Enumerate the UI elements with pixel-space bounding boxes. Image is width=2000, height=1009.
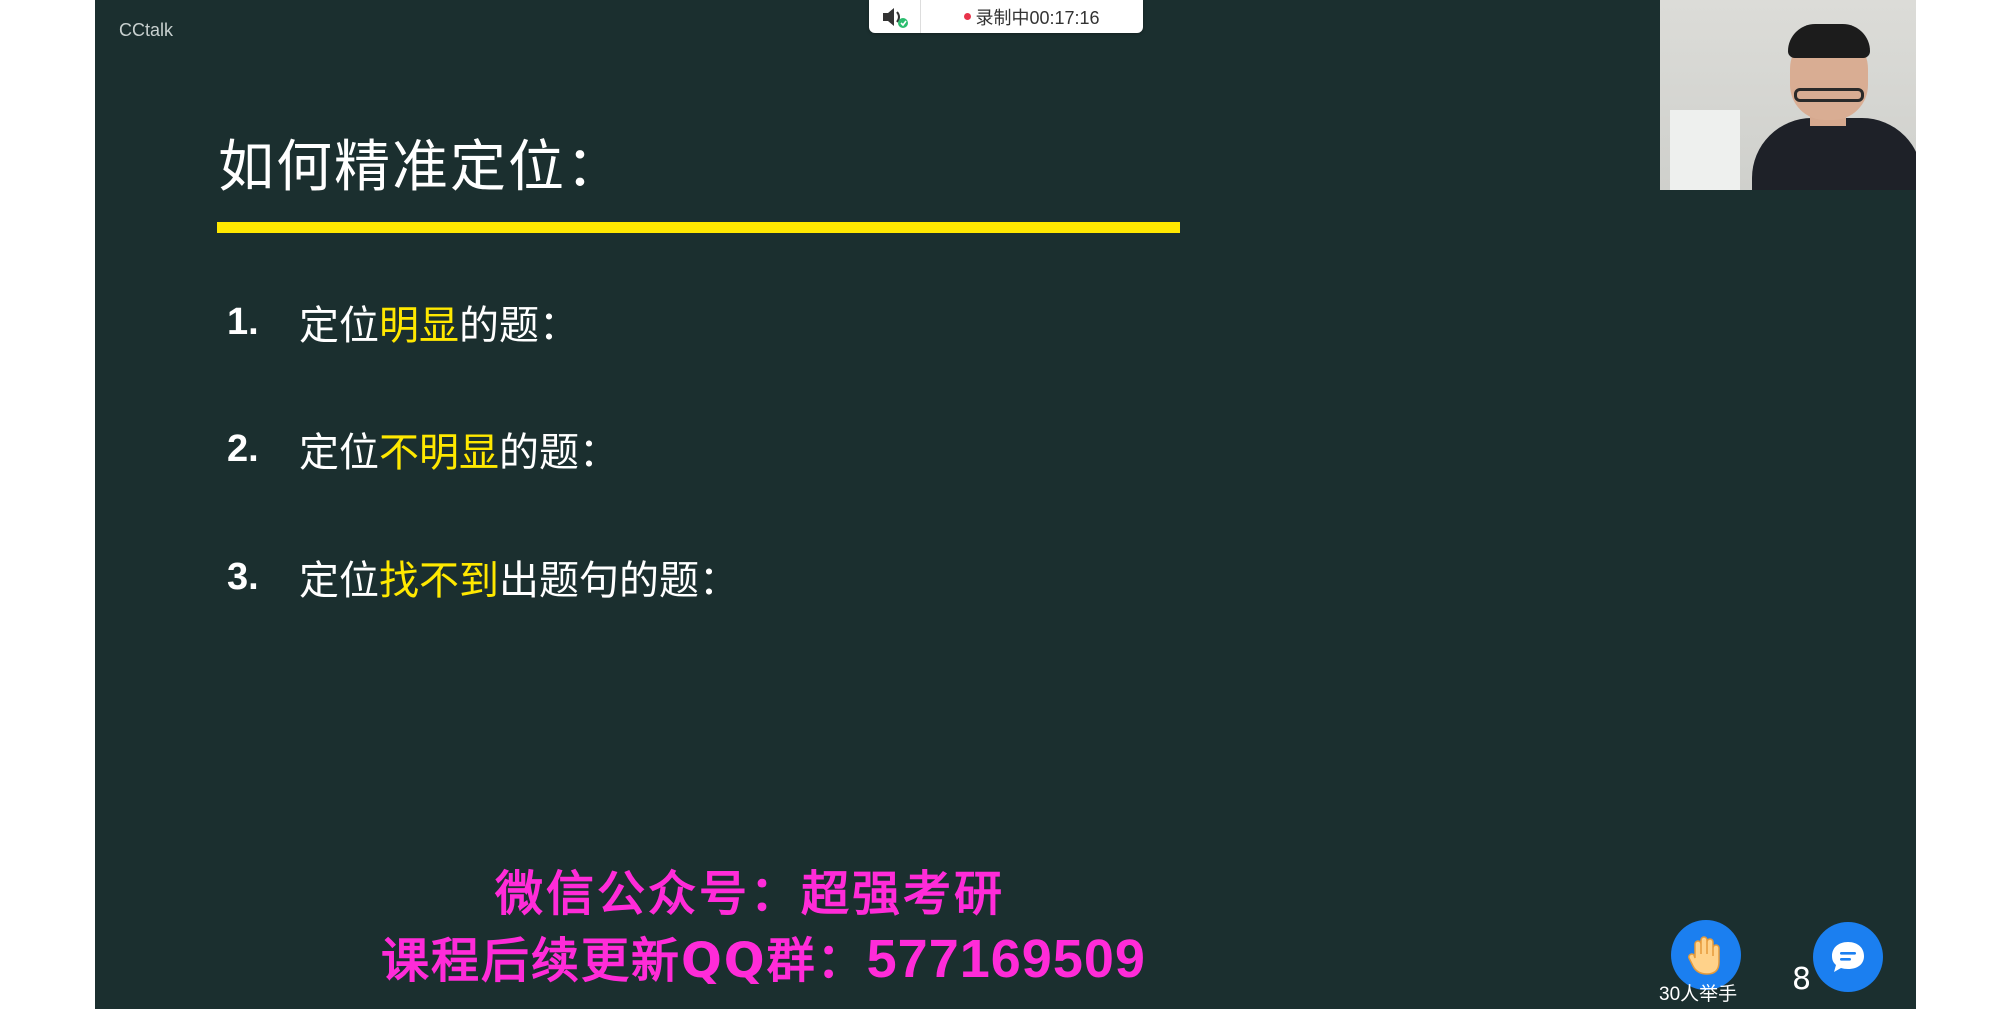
list-item-highlight: 不明显 (379, 430, 499, 476)
list-item-text: 定位 (299, 430, 379, 476)
left-margin (0, 0, 95, 1009)
app-name: CCtalk (119, 20, 174, 40)
promo-qq-line: 课程后续更新QQ群：577169509 (381, 921, 1146, 991)
promo-qq-number: 577169509 (866, 929, 1146, 989)
list-item-number: 3. (227, 555, 259, 598)
chat-button[interactable] (1813, 922, 1883, 992)
recording-timer: 录制中00:17:16 (975, 7, 1100, 28)
title-underline (217, 222, 1180, 233)
raise-hand-count: 30人举手 (1659, 984, 1738, 1005)
recording-status: 录制中00:17:16 (921, 4, 1143, 30)
promo-qq-label: 课程后续更新QQ群： (381, 933, 867, 989)
slide-stage: CCtalk 录制中00:17:16 如何精准定位： 1. 定位 明显 的题： 2. (95, 0, 1916, 1009)
right-margin (1916, 0, 2000, 1009)
list-item-text: 出题句的题： (499, 558, 739, 604)
list-item-highlight: 明显 (379, 303, 459, 349)
list-item: 3. 定位 找不到 出题句的题： (227, 548, 739, 606)
list-item-text: 的题： (459, 303, 579, 349)
list-item-text: 定位 (299, 303, 379, 349)
speaker-button[interactable] (869, 0, 921, 33)
promo-wechat-line: 微信公众号：超强考研 (495, 866, 1006, 922)
page-number: 8 (1792, 962, 1812, 997)
list-item-highlight: 找不到 (379, 558, 499, 604)
list-item: 2. 定位 不明显 的题： (227, 420, 619, 478)
list-item-number: 2. (227, 427, 259, 470)
slide-title: 如何精准定位： (218, 135, 624, 200)
chat-bubble-icon (1832, 942, 1864, 972)
speaker-icon (882, 7, 908, 28)
recording-dot-icon (964, 13, 972, 20)
list-item: 1. 定位 明显 的题： (227, 293, 579, 351)
list-item-text: 的题： (499, 430, 619, 476)
list-item-number: 1. (227, 300, 259, 343)
recording-bar: 录制中00:17:16 (869, 0, 1143, 33)
list-item-text: 定位 (299, 558, 379, 604)
raise-hand-icon (1688, 936, 1720, 975)
webcam-video[interactable] (1660, 0, 1916, 190)
